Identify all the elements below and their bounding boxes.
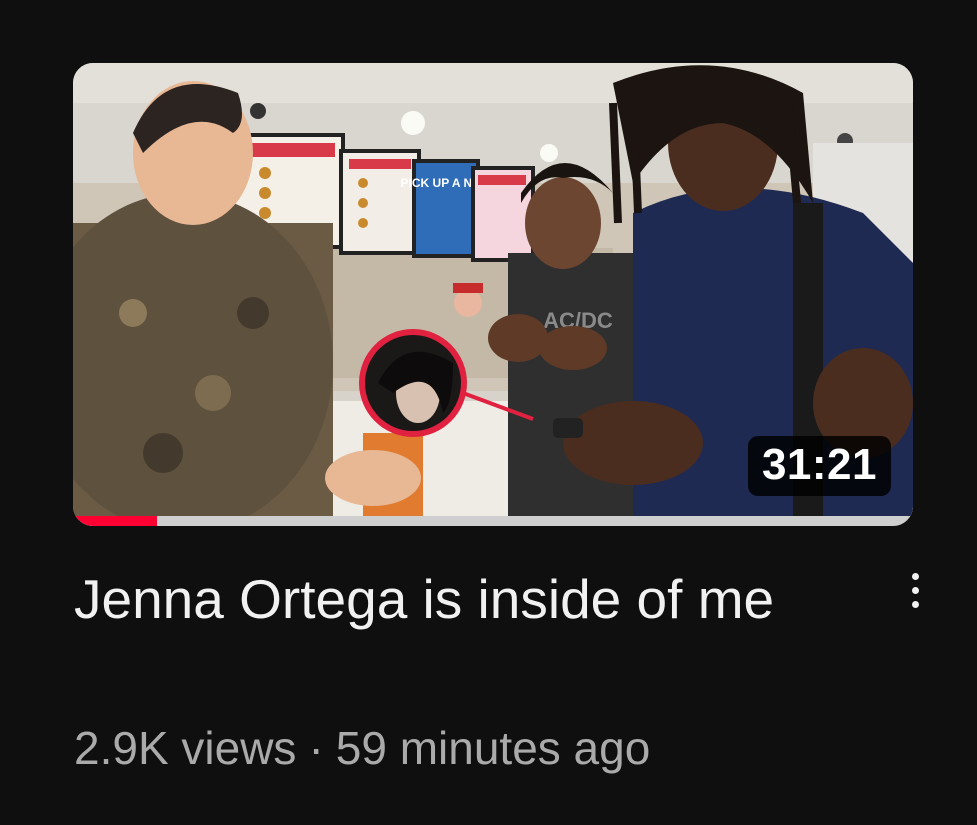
menu-dot: [911, 586, 919, 594]
view-count: 2.9K views: [74, 722, 297, 774]
menu-dot: [911, 572, 919, 580]
upload-age: 59 minutes ago: [335, 722, 651, 774]
duration-badge: 31:21: [747, 436, 891, 496]
more-vertical-icon[interactable]: [895, 562, 935, 618]
watch-progress-fill: [73, 516, 157, 526]
video-title[interactable]: Jenna Ortega is inside of me: [74, 568, 844, 630]
video-thumbnail[interactable]: PICK UP A NEW AC/DC 31:21: [73, 63, 913, 526]
video-metadata: 2.9K views · 59 minutes ago: [74, 720, 650, 776]
watch-progress-bar: [73, 516, 913, 526]
meta-separator: ·: [308, 722, 324, 774]
menu-dot: [911, 600, 919, 608]
video-card[interactable]: PICK UP A NEW AC/DC 31:21 Jenna Ortega i…: [0, 0, 977, 825]
